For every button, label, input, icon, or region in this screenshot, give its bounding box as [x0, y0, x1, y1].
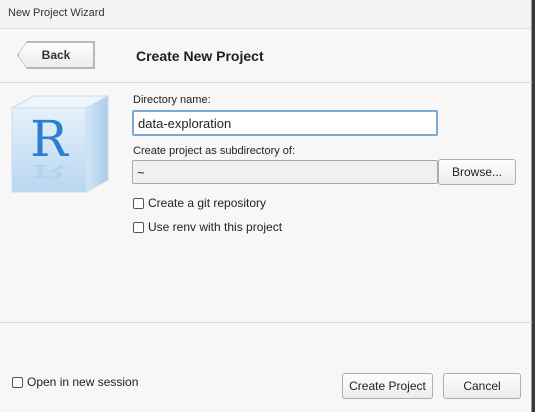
renv-checkbox[interactable] [133, 221, 144, 233]
subdirectory-label: Create project as subdirectory of: [133, 145, 296, 157]
subdirectory-field[interactable]: ~ [132, 160, 438, 184]
page-title: Create New Project [136, 48, 264, 64]
git-repo-checkbox[interactable] [133, 197, 144, 209]
title-bar: New Project Wizard [0, 0, 531, 29]
cancel-button[interactable]: Cancel [443, 373, 521, 399]
new-session-checkbox[interactable] [12, 376, 23, 388]
new-session-option[interactable]: Open in new session [12, 375, 138, 389]
git-repo-label: Create a git repository [148, 196, 267, 210]
directory-name-label: Directory name: [133, 94, 211, 106]
git-repo-option[interactable]: Create a git repository [133, 196, 266, 210]
header-divider [0, 82, 532, 83]
new-project-wizard-window: New Project Wizard Back Create New Proje… [0, 0, 532, 412]
new-session-label: Open in new session [27, 375, 139, 389]
create-project-button[interactable]: Create Project [342, 373, 433, 399]
renv-label: Use renv with this project [148, 220, 283, 234]
footer-divider [0, 322, 532, 323]
r-letter-reflection: R [30, 161, 70, 182]
r-logo-icon: R R [11, 95, 109, 193]
directory-name-input[interactable]: data-exploration [132, 110, 438, 136]
r-letter: R [30, 110, 69, 168]
window-title: New Project Wizard [8, 7, 105, 19]
renv-option[interactable]: Use renv with this project [133, 220, 282, 234]
back-button[interactable]: Back [18, 42, 94, 68]
browse-button[interactable]: Browse... [438, 159, 516, 185]
